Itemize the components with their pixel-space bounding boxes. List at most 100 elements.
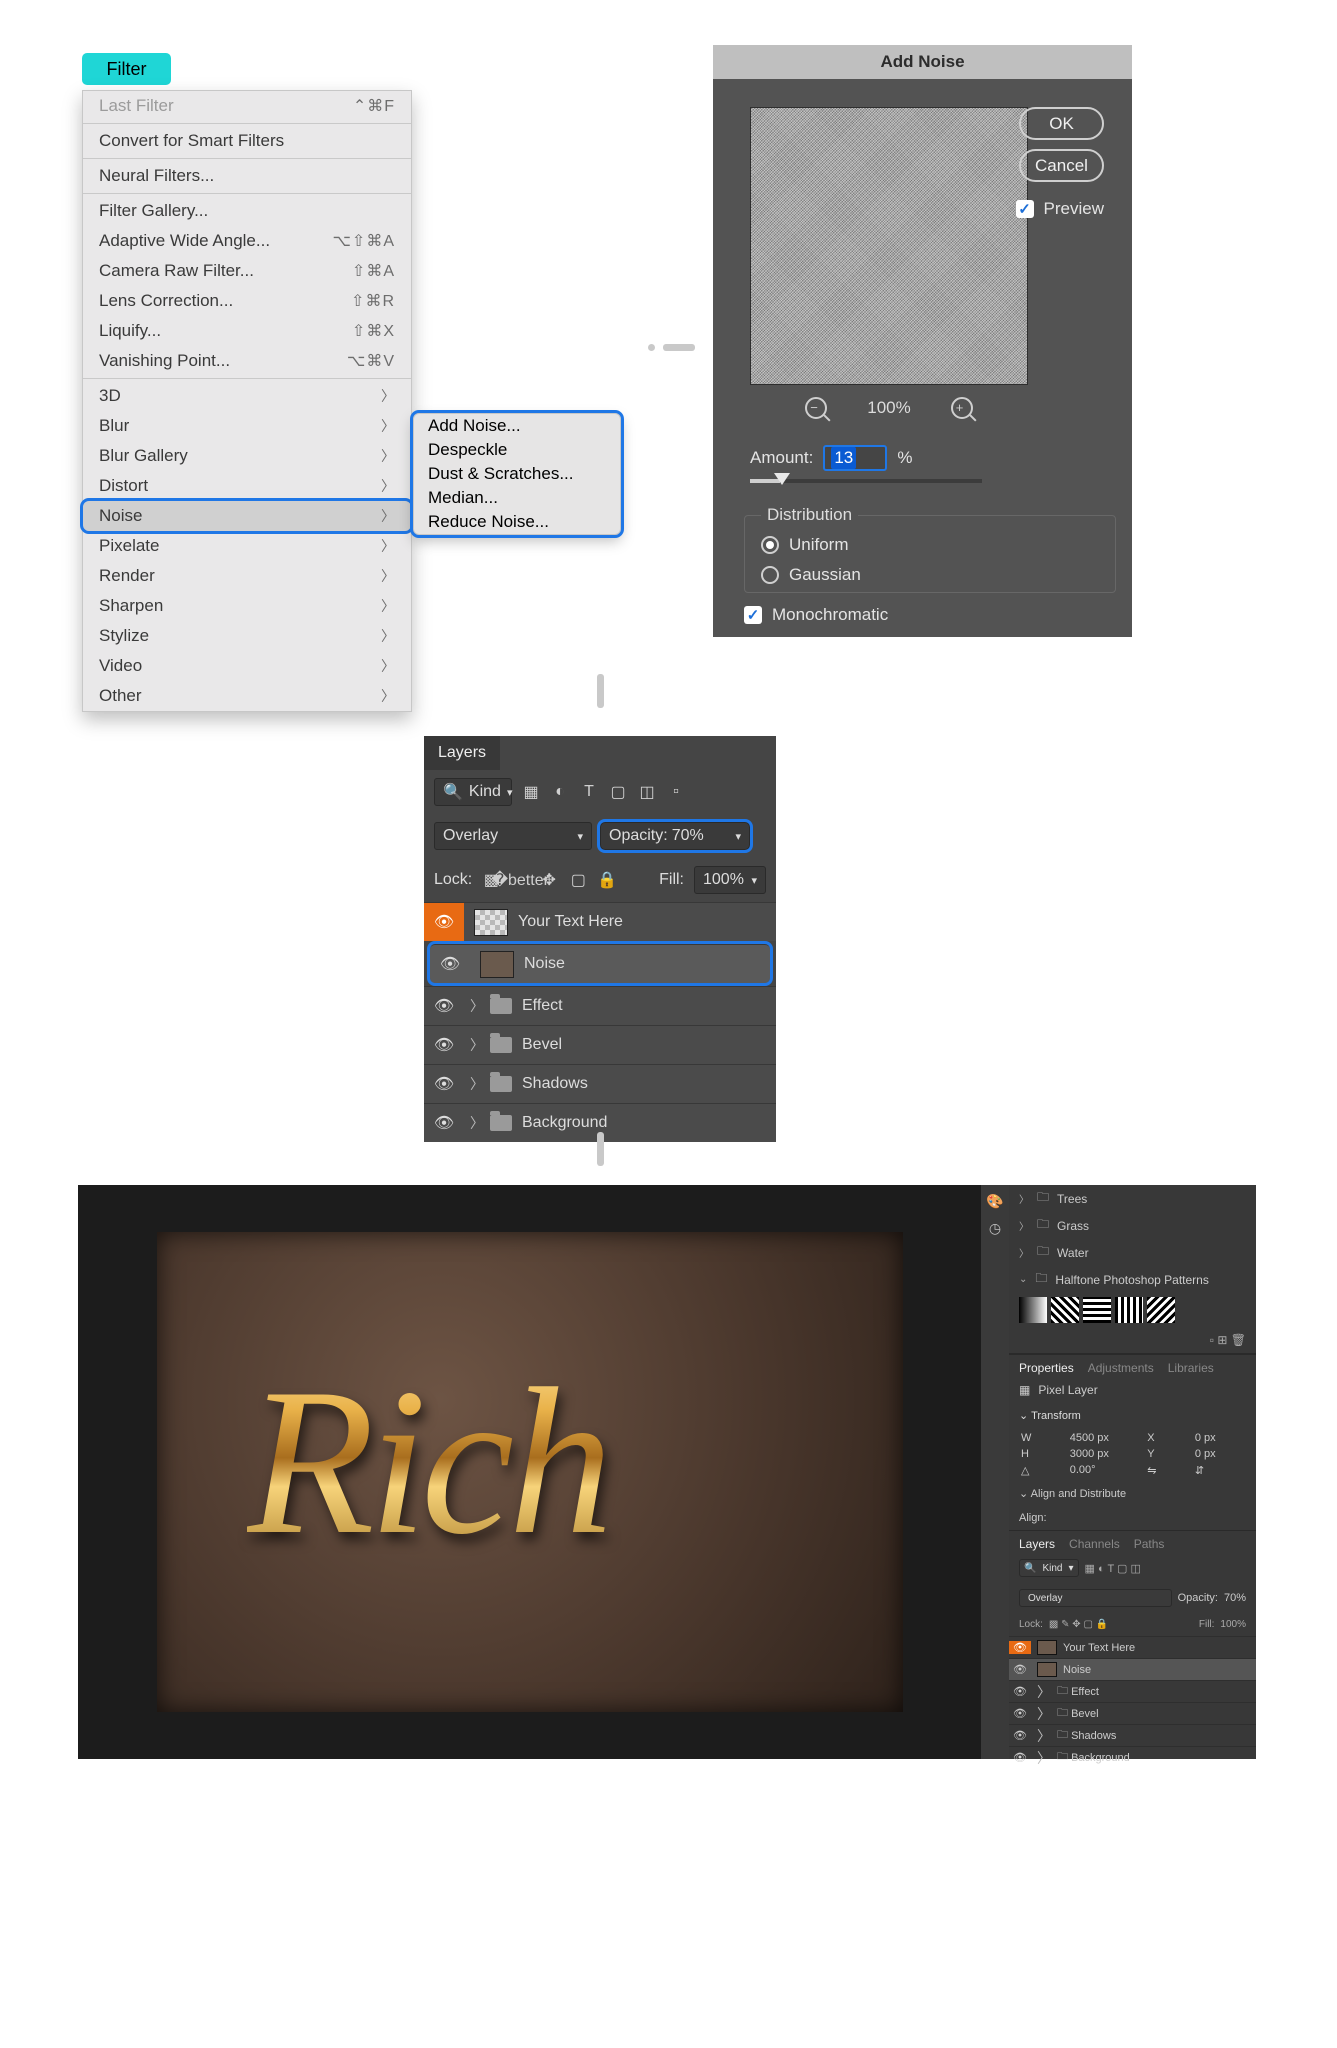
visibility-icon[interactable]: 👁 — [1009, 1641, 1031, 1654]
transform-section[interactable]: ⌄ Transform — [1009, 1403, 1256, 1428]
visibility-icon[interactable]: 👁 — [424, 1035, 464, 1055]
flip-v-icon[interactable]: ⇵ — [1195, 1464, 1244, 1477]
chevron-right-icon[interactable]: 〉 — [470, 1074, 484, 1094]
width-input[interactable]: 4500 px — [1070, 1432, 1138, 1444]
flip-h-icon[interactable]: ⇋ — [1147, 1464, 1185, 1477]
visibility-icon[interactable]: 👁 — [1009, 1729, 1031, 1742]
menu-item-render[interactable]: Render〉 — [83, 561, 411, 591]
opacity-control[interactable]: Opacity: 70% ▾ — [600, 822, 750, 850]
menu-item-lens-correction[interactable]: Lens Correction...⇧⌘R — [83, 286, 411, 316]
monochromatic-checkbox[interactable]: ✓ Monochromatic — [744, 605, 888, 625]
visibility-icon[interactable]: 👁 — [1009, 1707, 1031, 1720]
layer-noise[interactable]: 👁 Noise — [430, 944, 770, 983]
pattern-swatch[interactable] — [1083, 1297, 1111, 1323]
slider-thumb-icon[interactable] — [774, 473, 790, 485]
x-input[interactable]: 0 px — [1195, 1432, 1244, 1444]
menu-item-distort[interactable]: Distort〉 — [83, 471, 411, 501]
shape-icon[interactable]: ▢ — [609, 783, 627, 801]
mini-layer-selected[interactable]: 👁Noise — [1009, 1658, 1256, 1680]
lock-all-icon[interactable]: 🔒 — [598, 871, 616, 889]
mini-layer[interactable]: 👁〉🗀 Shadows — [1009, 1724, 1256, 1746]
filter-menu-button[interactable]: Filter — [82, 53, 171, 85]
mini-layer[interactable]: 👁Your Text Here — [1009, 1636, 1256, 1658]
visibility-icon[interactable]: 👁 — [424, 996, 464, 1016]
submenu-reduce-noise[interactable]: Reduce Noise... — [414, 510, 620, 534]
mini-layer[interactable]: 👁〉🗀 Background — [1009, 1746, 1256, 1768]
uniform-radio[interactable]: Uniform — [761, 535, 1099, 555]
pattern-swatch[interactable] — [1019, 1297, 1047, 1323]
blend-mode-select[interactable]: Overlay ▾ — [434, 822, 592, 850]
image-icon[interactable]: ▦ — [522, 783, 540, 801]
lock-pixels-icon[interactable]: �better — [511, 871, 529, 889]
tab-properties[interactable]: Properties — [1019, 1361, 1074, 1375]
submenu-dust-scratches[interactable]: Dust & Scratches... — [414, 462, 620, 486]
pattern-group-grass[interactable]: 〉🗀Grass — [1009, 1212, 1256, 1239]
artboard-icon[interactable]: ▫ — [667, 783, 685, 801]
amount-slider[interactable] — [750, 479, 982, 483]
layers-tab[interactable]: Layers — [424, 736, 500, 770]
lock-artboard-icon[interactable]: ▢ — [569, 871, 587, 889]
menu-item-filter-gallery[interactable]: Filter Gallery... — [83, 196, 411, 226]
fill-control[interactable]: 100% ▾ — [694, 866, 766, 894]
document-canvas[interactable]: Rich — [157, 1232, 903, 1712]
submenu-median[interactable]: Median... — [414, 486, 620, 510]
type-icon[interactable]: T — [580, 783, 598, 801]
cancel-button[interactable]: Cancel — [1019, 149, 1104, 182]
tab-channels[interactable]: Channels — [1069, 1537, 1120, 1551]
zoom-in-icon[interactable]: + — [951, 397, 973, 419]
menu-item-video[interactable]: Video〉 — [83, 651, 411, 681]
pattern-group-trees[interactable]: 〉🗀Trees — [1009, 1185, 1256, 1212]
layer-group-effect[interactable]: 👁 〉 Effect — [424, 986, 776, 1025]
opacity-value[interactable]: 70% — [1224, 1592, 1246, 1604]
submenu-despeckle[interactable]: Despeckle — [414, 438, 620, 462]
tab-layers[interactable]: Layers — [1019, 1537, 1055, 1551]
layer-your-text-here[interactable]: 👁 Your Text Here — [424, 902, 776, 941]
pattern-swatch[interactable] — [1115, 1297, 1143, 1323]
tab-libraries[interactable]: Libraries — [1168, 1361, 1214, 1375]
menu-item-blur[interactable]: Blur〉 — [83, 411, 411, 441]
pattern-group-water[interactable]: 〉🗀Water — [1009, 1239, 1256, 1266]
mini-layer[interactable]: 👁〉🗀 Bevel — [1009, 1702, 1256, 1724]
menu-item-other[interactable]: Other〉 — [83, 681, 411, 711]
amount-input[interactable]: 13 — [823, 445, 887, 471]
checkbox-icon[interactable]: ✓ — [744, 606, 762, 624]
fill-value[interactable]: 100% — [1220, 1619, 1246, 1630]
checkbox-icon[interactable]: ✓ — [1016, 200, 1034, 218]
align-section[interactable]: ⌄ Align and Distribute — [1009, 1481, 1256, 1506]
submenu-add-noise[interactable]: Add Noise... — [414, 414, 620, 438]
mini-layer[interactable]: 👁〉🗀 Effect — [1009, 1680, 1256, 1702]
tab-adjustments[interactable]: Adjustments — [1088, 1361, 1154, 1375]
y-input[interactable]: 0 px — [1195, 1448, 1244, 1460]
menu-item-noise[interactable]: Noise〉 — [83, 501, 411, 531]
filter-kind-select[interactable]: 🔍Kind ▾ — [1019, 1559, 1079, 1577]
pattern-swatch[interactable] — [1051, 1297, 1079, 1323]
pattern-swatch[interactable] — [1147, 1297, 1175, 1323]
ok-button[interactable]: OK — [1019, 107, 1104, 140]
menu-item-vanishing-point[interactable]: Vanishing Point...⌥⌘V — [83, 346, 411, 376]
menu-item-pixelate[interactable]: Pixelate〉 — [83, 531, 411, 561]
pattern-group-halftone[interactable]: ⌄🗀Halftone Photoshop Patterns — [1009, 1266, 1256, 1293]
zoom-out-icon[interactable]: − — [805, 397, 827, 419]
tab-paths[interactable]: Paths — [1134, 1537, 1165, 1551]
visibility-icon[interactable]: 👁 — [1009, 1685, 1031, 1698]
menu-item-adaptive-wide-angle[interactable]: Adaptive Wide Angle...⌥⇧⌘A — [83, 226, 411, 256]
height-input[interactable]: 3000 px — [1070, 1448, 1138, 1460]
visibility-icon[interactable]: 👁 — [1009, 1663, 1031, 1676]
preview-checkbox-row[interactable]: ✓ Preview — [1016, 199, 1104, 219]
lock-position-icon[interactable]: ✥ — [540, 871, 558, 889]
layer-group-bevel[interactable]: 👁 〉 Bevel — [424, 1025, 776, 1064]
layer-group-shadows[interactable]: 👁 〉 Shadows — [424, 1064, 776, 1103]
visibility-icon[interactable]: 👁 — [430, 954, 470, 974]
chevron-right-icon[interactable]: 〉 — [470, 1113, 484, 1133]
menu-item-blur-gallery[interactable]: Blur Gallery〉 — [83, 441, 411, 471]
history-icon[interactable]: ◷ — [989, 1220, 1001, 1237]
menu-item-stylize[interactable]: Stylize〉 — [83, 621, 411, 651]
radio-off-icon[interactable] — [761, 566, 779, 584]
radio-on-icon[interactable] — [761, 536, 779, 554]
blend-mode-select[interactable]: Overlay — [1019, 1589, 1172, 1607]
adjustment-icon[interactable]: ◐ — [551, 783, 569, 801]
menu-item-camera-raw[interactable]: Camera Raw Filter...⇧⌘A — [83, 256, 411, 286]
visibility-icon[interactable]: 👁 — [424, 1113, 464, 1133]
chevron-right-icon[interactable]: 〉 — [470, 996, 484, 1016]
visibility-icon[interactable]: 👁 — [424, 1074, 464, 1094]
